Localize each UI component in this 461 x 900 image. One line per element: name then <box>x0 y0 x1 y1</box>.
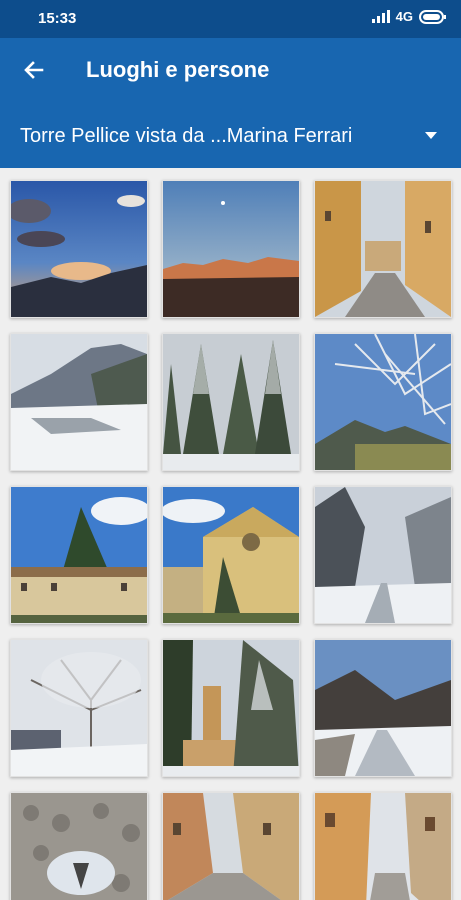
album-selector-label: Torre Pellice vista da ...Marina Ferrari <box>20 125 353 147</box>
photo-image <box>163 334 299 470</box>
signal-icon <box>371 10 390 23</box>
arrow-back-icon <box>24 61 44 79</box>
photo-snowy-path-hills[interactable] <box>314 639 452 777</box>
photo-image <box>315 640 451 776</box>
photo-snowy-tree-mountain[interactable] <box>314 333 452 471</box>
photo-narrow-street-houses[interactable] <box>314 792 452 900</box>
photo-image <box>315 334 451 470</box>
battery-icon <box>419 9 446 24</box>
app-bar: Luoghi e persone <box>0 38 461 102</box>
status-bar: 15:33 4G <box>0 0 461 38</box>
photo-image <box>11 181 147 317</box>
dropdown-arrow-icon <box>425 132 437 139</box>
photo-image <box>163 640 299 776</box>
photo-image <box>11 640 147 776</box>
photo-image <box>315 487 451 623</box>
photo-snowy-mountain-valley[interactable] <box>10 333 148 471</box>
photo-image <box>11 487 147 623</box>
page-title: Luoghi e persone <box>86 57 270 82</box>
photo-image <box>11 793 147 900</box>
photo-bell-tower-snow[interactable] <box>162 639 300 777</box>
photo-sunset-clouds-mountains[interactable] <box>10 180 148 318</box>
photo-image <box>11 334 147 470</box>
photo-image <box>315 181 451 317</box>
photo-yellow-church-facade[interactable] <box>162 486 300 624</box>
photo-image <box>163 487 299 623</box>
photo-image <box>163 793 299 900</box>
back-button[interactable] <box>20 56 48 84</box>
photo-cobblestone-puddle[interactable] <box>10 792 148 900</box>
album-selector[interactable]: Torre Pellice vista da ...Marina Ferrari <box>0 102 461 168</box>
photo-image <box>315 793 451 900</box>
photo-alpenglow-mountains[interactable] <box>162 180 300 318</box>
network-type: 4G <box>395 9 413 24</box>
photo-cobblestone-street[interactable] <box>162 792 300 900</box>
photo-snowy-road-trees[interactable] <box>314 486 452 624</box>
photo-street-yellow-buildings[interactable] <box>314 180 452 318</box>
status-time: 15:33 <box>38 10 77 27</box>
photo-grid <box>0 168 461 900</box>
photo-villa-pine-tree[interactable] <box>10 486 148 624</box>
photo-image <box>163 181 299 317</box>
status-icons: 4G <box>371 9 447 24</box>
photo-snowy-tree-garden[interactable] <box>10 639 148 777</box>
photo-snowy-pine-trees[interactable] <box>162 333 300 471</box>
